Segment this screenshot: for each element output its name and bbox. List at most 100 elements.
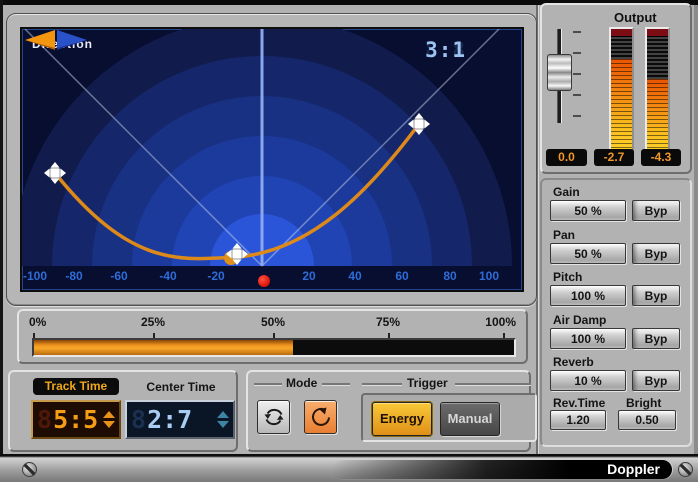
axis-label: -40 [146, 269, 190, 283]
axis-label: 100 [467, 269, 511, 283]
pitch-bypass-button[interactable]: Byp [632, 285, 680, 306]
param-label-air-damp: Air Damp [553, 313, 606, 327]
param-label-gain: Gain [553, 185, 580, 199]
center-time-ghost-digit: 8 [131, 405, 146, 434]
air-damp-value-button[interactable]: 100 % [550, 328, 626, 349]
spin-up-icon[interactable] [217, 411, 229, 418]
track-time-ghost-digit: 8 [37, 405, 52, 434]
trigger-energy-button[interactable]: Energy [372, 402, 432, 436]
track-time-spinner[interactable] [102, 411, 116, 428]
spin-down-icon[interactable] [103, 421, 115, 428]
track-time-led-display[interactable]: 8 5:5 [31, 400, 121, 439]
fader-tick [573, 94, 581, 96]
ratio-value: 3:1 [425, 37, 466, 63]
axis-label: 20 [287, 269, 331, 283]
meter-level-fill [611, 59, 632, 151]
meter-left-readout: -2.7 [594, 149, 634, 166]
pan-value-button[interactable]: 50 % [550, 243, 626, 264]
trajectory-graphic [22, 29, 522, 290]
param-label-rev-time: Rev.Time [553, 396, 605, 410]
progress-label: 50% [261, 315, 285, 329]
plugin-name-badge: Doppler [332, 460, 672, 479]
loop-arrows-icon [263, 406, 285, 428]
mode-trigger-panel: Mode Trigger Energy Manual [246, 370, 531, 452]
times-panel: Track Time Center Time 8 5:5 8 2:7 [8, 370, 238, 452]
meter-off-segments [647, 37, 668, 79]
meter-clip-segment [647, 29, 668, 37]
window-left-edge [0, 0, 3, 456]
fader-tick [573, 31, 581, 33]
output-meter-right [645, 27, 670, 153]
reverb-bypass-button[interactable]: Byp [632, 370, 680, 391]
fader-value-readout[interactable]: 0.0 [546, 149, 587, 166]
mode-one-shot-button[interactable] [304, 400, 337, 434]
output-fader-handle[interactable] [547, 54, 572, 91]
gain-value-button[interactable]: 50 % [550, 200, 626, 221]
reverb-value-button[interactable]: 10 % [550, 370, 626, 391]
fader-tick [573, 115, 581, 117]
progress-label: 0% [29, 315, 46, 329]
output-panel: Output 0.0 -2.7 -4.3 [540, 3, 692, 174]
param-label-reverb: Reverb [553, 355, 594, 369]
one-shot-arrow-icon [310, 406, 332, 428]
axis-label: -100 [13, 269, 57, 283]
trigger-box: Energy Manual [361, 393, 537, 442]
rev-time-value-button[interactable]: 1.20 [550, 410, 606, 430]
trigger-rule-left [362, 383, 402, 385]
direction-left-arrow-icon[interactable] [25, 30, 55, 48]
center-time-spinner[interactable] [216, 411, 230, 428]
fader-tick [573, 52, 581, 54]
cycle-progress-panel: 0% 25% 50% 75% 100% [17, 309, 528, 364]
progress-label: 75% [376, 315, 400, 329]
axis-label: 60 [380, 269, 424, 283]
progress-label: 100% [485, 315, 516, 329]
listener-position-dot [258, 275, 270, 287]
spin-down-icon[interactable] [217, 421, 229, 428]
axis-label: -80 [52, 269, 96, 283]
ratio-led-display[interactable]: 8:8 3:1 [416, 37, 466, 63]
bright-value-button[interactable]: 0.50 [618, 410, 676, 430]
track-time-value: 5:5 [53, 405, 102, 434]
meter-level-fill [647, 79, 668, 151]
trigger-label: Trigger [407, 376, 448, 390]
mode-loop-button[interactable] [257, 400, 290, 434]
axis-label: -60 [97, 269, 141, 283]
trigger-rule-right [455, 383, 531, 385]
axis-label: -20 [194, 269, 238, 283]
mode-label: Mode [286, 376, 317, 390]
center-time-value: 2:7 [147, 405, 216, 434]
meter-off-segments [611, 37, 632, 59]
bottom-strip: Doppler [0, 454, 698, 482]
axis-label: 80 [428, 269, 472, 283]
direction-right-arrow-icon[interactable] [57, 30, 87, 48]
parameters-panel: Gain 50 % Byp Pan 50 % Byp Pitch 100 % B… [540, 178, 692, 447]
window-right-edge [694, 5, 698, 454]
pitch-value-button[interactable]: 100 % [550, 285, 626, 306]
mode-rule-right [322, 383, 350, 385]
direction-arrows[interactable] [22, 29, 90, 51]
gain-bypass-button[interactable]: Byp [632, 200, 680, 221]
meter-right-readout: -4.3 [641, 149, 681, 166]
air-damp-bypass-button[interactable]: Byp [632, 328, 680, 349]
mode-rule-left [254, 383, 282, 385]
progress-label: 25% [141, 315, 165, 329]
trigger-manual-button[interactable]: Manual [440, 402, 500, 436]
pan-bypass-button[interactable]: Byp [632, 243, 680, 264]
trajectory-display[interactable]: Direction 8:8 3:1 -100 -80 -60 -40 -20 2… [20, 27, 524, 292]
center-time-led-display[interactable]: 8 2:7 [125, 400, 235, 439]
track-time-label[interactable]: Track Time [33, 378, 119, 395]
screw-icon [22, 462, 37, 477]
param-label-pan: Pan [553, 228, 575, 242]
axis-label: 40 [333, 269, 377, 283]
meter-clip-segment [611, 29, 632, 37]
fader-tick [573, 73, 581, 75]
progress-fill [34, 340, 293, 355]
screw-icon [678, 462, 693, 477]
output-label: Output [614, 10, 657, 25]
center-time-label[interactable]: Center Time [136, 380, 226, 394]
output-meter-left [609, 27, 634, 153]
param-label-bright: Bright [626, 396, 661, 410]
param-label-pitch: Pitch [553, 270, 582, 284]
doppler-plugin-window: Direction 8:8 3:1 -100 -80 -60 -40 -20 2… [0, 0, 698, 482]
spin-up-icon[interactable] [103, 411, 115, 418]
